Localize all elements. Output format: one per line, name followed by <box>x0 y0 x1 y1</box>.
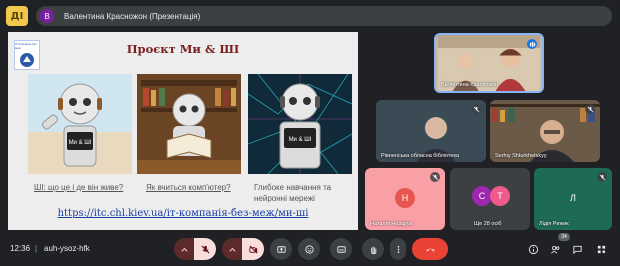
people-icon <box>550 245 559 253</box>
mic-options-button[interactable] <box>174 238 194 260</box>
more-options-button[interactable] <box>390 238 406 260</box>
participant-name: Наталія Назарук <box>370 221 413 227</box>
captions-icon <box>336 245 346 253</box>
present-button[interactable] <box>270 238 292 260</box>
presenter-avatar: В <box>40 9 54 23</box>
participant-tile[interactable]: Serhiy Shturkhetskyy <box>490 100 600 162</box>
slide-title: Проєкт Ми & ШІ <box>126 42 240 56</box>
people-button[interactable] <box>546 238 564 260</box>
mic-off-icon <box>200 244 210 254</box>
app-logo[interactable]: ДІ <box>6 6 28 26</box>
muted-indicator <box>471 104 481 114</box>
slide-image-robot-reading <box>137 74 241 174</box>
emoji-icon <box>304 244 314 254</box>
more-participants-label: Ще 28 осіб <box>474 221 502 227</box>
camera-off-icon <box>248 244 258 254</box>
robot-screen-text: Ми & ШІ <box>289 137 312 143</box>
more-participants-tile[interactable]: С Т Ще 28 осіб <box>450 168 530 230</box>
info-button[interactable] <box>524 238 542 260</box>
participant-name: Serhiy Shturkhetskyy <box>495 153 547 159</box>
mic-off-icon <box>473 106 479 112</box>
muted-indicator <box>585 104 595 114</box>
audio-bars-icon <box>529 41 535 47</box>
participant-avatar: Т <box>490 186 510 206</box>
robot-screen-text: Ми & ШІ <box>69 140 92 146</box>
meeting-divider: | <box>35 244 38 253</box>
raise-hand-button[interactable] <box>362 238 384 260</box>
chat-button[interactable] <box>568 238 586 260</box>
muted-indicator <box>597 172 607 182</box>
chevron-up-icon <box>228 247 236 252</box>
participant-name: Рівненська обласна бібліотека <box>381 153 460 159</box>
participant-avatar: С <box>472 186 492 206</box>
participant-tile[interactable]: Рівненська обласна бібліотека <box>376 100 486 162</box>
presentation-title: Валентина Красножон (Презентація) <box>64 11 201 21</box>
mic-off-icon <box>587 106 593 112</box>
microphone-button[interactable] <box>194 238 216 260</box>
mic-off-icon <box>599 174 605 180</box>
chat-icon <box>572 245 582 254</box>
present-screen-icon <box>276 245 286 253</box>
presentation-bar: В Валентина Красножон (Презентація) <box>36 6 612 26</box>
speaking-indicator <box>527 39 537 49</box>
participant-tile[interactable]: Л Лідія Рижик <box>534 168 612 230</box>
hand-icon <box>370 246 376 254</box>
muted-indicator <box>430 172 440 182</box>
slide-url-link[interactable]: https://itc.chl.kiev.ua/іт-компанія-без-… <box>8 208 358 219</box>
captions-button[interactable] <box>330 238 352 260</box>
participant-count-badge: 34 <box>558 233 570 241</box>
participant-avatar: Н <box>395 188 415 208</box>
slide-image-robot-network: Ми & ШІ <box>248 74 352 174</box>
shared-slide: IT-Компанія без меж Проєкт Ми & ШІ Ми & … <box>8 32 358 230</box>
leave-call-button[interactable] <box>412 238 448 260</box>
info-icon <box>528 244 538 254</box>
camera-button[interactable] <box>242 238 264 260</box>
meeting-code: auh-ysoz-hfk <box>44 244 90 253</box>
more-vert-icon <box>397 245 399 253</box>
participant-tile-speaker[interactable]: Валентина Красножон <box>434 33 544 93</box>
slide-image-robot-waving: Ми & ШІ <box>28 74 132 174</box>
chevron-up-icon <box>180 247 188 252</box>
reactions-button[interactable] <box>298 238 320 260</box>
mic-off-icon <box>432 174 438 180</box>
phone-hangup-icon <box>425 248 435 251</box>
activities-icon <box>597 245 605 253</box>
participant-name: Валентина Красножон <box>441 82 499 88</box>
meeting-time: 12:36 <box>10 244 31 253</box>
slide-caption-2[interactable]: Як вчиться комп'ютер? <box>146 182 250 193</box>
camera-options-button[interactable] <box>222 238 242 260</box>
participant-name: Лідія Рижик <box>539 221 569 227</box>
slide-caption-3: Глибоке навчання та нейронні мережі <box>254 183 332 203</box>
activities-button[interactable] <box>592 238 610 260</box>
participant-tile[interactable]: Н Наталія Назарук <box>365 168 445 230</box>
participant-avatar: Л <box>563 188 583 208</box>
slide-caption-1[interactable]: ШІ: що це і де він живе? <box>34 182 138 193</box>
